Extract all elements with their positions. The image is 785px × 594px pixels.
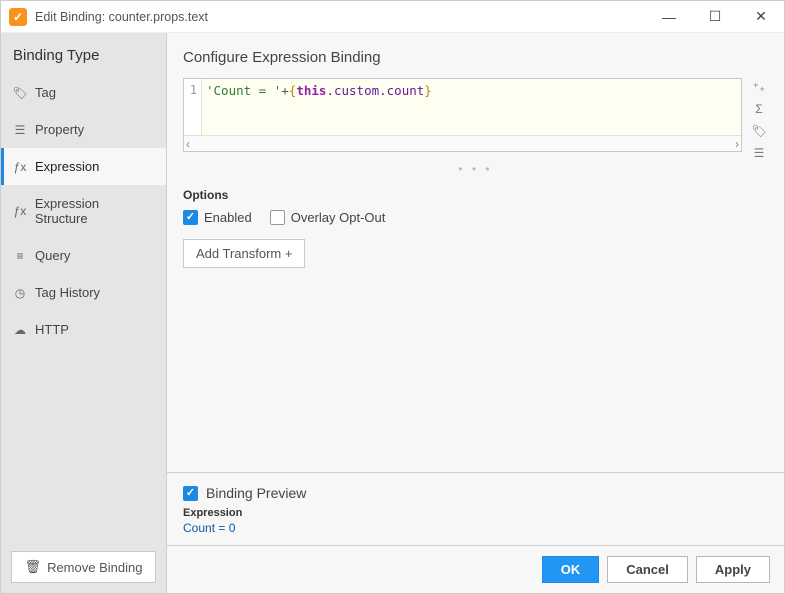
overlay-optout-checkbox[interactable]: Overlay Opt-Out	[270, 210, 386, 225]
editor-scrollbar[interactable]: ‹›	[184, 135, 741, 151]
sidebar-header: Binding Type	[1, 33, 166, 74]
expression-structure-icon: ƒx	[13, 204, 27, 218]
minimize-button[interactable]: —	[646, 1, 692, 32]
code-path: .custom.count	[326, 83, 424, 98]
sidebar-item-tag[interactable]: 🏷 Tag	[1, 74, 166, 111]
dialog-footer: OK Cancel Apply	[167, 545, 784, 593]
sidebar-item-label: Tag History	[35, 285, 100, 300]
code-operator: +	[281, 83, 289, 98]
remove-binding-button[interactable]: 🗑 Remove Binding	[11, 551, 156, 583]
code-this: this	[296, 83, 326, 98]
app-logo-icon: ✓	[9, 8, 27, 26]
sidebar-item-label: Expression	[35, 159, 99, 174]
sidebar-item-expression-structure[interactable]: ƒx Expression Structure	[1, 185, 166, 237]
sidebar: Binding Type 🏷 Tag ☰ Property ƒx Express…	[1, 33, 167, 593]
property-tool-icon[interactable]: ☰	[754, 146, 765, 160]
ok-button[interactable]: OK	[542, 556, 600, 583]
query-icon: ≡	[13, 249, 27, 263]
tag-icon: 🏷	[13, 86, 27, 100]
sidebar-item-query[interactable]: ≡ Query	[1, 237, 166, 274]
cancel-button[interactable]: Cancel	[607, 556, 688, 583]
binding-type-list: 🏷 Tag ☰ Property ƒx Expression ƒx Expres…	[1, 74, 166, 348]
expression-icon: ƒx	[13, 160, 27, 174]
property-icon: ☰	[13, 123, 27, 137]
preview-header-label: Binding Preview	[206, 485, 306, 501]
trash-icon: 🗑	[25, 559, 42, 575]
preview-type-label: Expression	[183, 507, 768, 519]
sidebar-item-label: Tag	[35, 85, 56, 100]
sidebar-item-property[interactable]: ☰ Property	[1, 111, 166, 148]
enabled-label: Enabled	[204, 210, 252, 225]
preview-checkbox[interactable]	[183, 486, 198, 501]
code-string: 'Count = '	[206, 83, 281, 98]
remove-binding-label: Remove Binding	[47, 560, 142, 575]
binding-preview-panel: Binding Preview Expression Count = 0	[167, 472, 784, 545]
sidebar-item-label: Query	[35, 248, 70, 263]
options-label: Options	[183, 188, 768, 202]
add-transform-button[interactable]: Add Transform +	[183, 239, 305, 268]
code-brace-close: }	[424, 83, 432, 98]
resize-handle[interactable]: • • •	[183, 160, 768, 178]
checkbox-icon	[183, 210, 198, 225]
apply-button[interactable]: Apply	[696, 556, 770, 583]
close-button[interactable]: ✕	[738, 1, 784, 32]
enabled-checkbox[interactable]: Enabled	[183, 210, 252, 225]
operators-tool-icon[interactable]: ⁺₊	[753, 80, 766, 94]
sidebar-item-label: HTTP	[35, 322, 69, 337]
http-icon: ☁	[13, 323, 27, 337]
sidebar-item-label: Property	[35, 122, 84, 137]
overlay-optout-label: Overlay Opt-Out	[291, 210, 386, 225]
titlebar: ✓ Edit Binding: counter.props.text — ☐ ✕	[1, 1, 784, 33]
sidebar-item-tag-history[interactable]: ◷ Tag History	[1, 274, 166, 311]
tag-history-icon: ◷	[13, 286, 27, 300]
sidebar-item-label: Expression Structure	[35, 196, 154, 226]
sidebar-item-expression[interactable]: ƒx Expression	[1, 148, 166, 185]
tag-tool-icon[interactable]: 🏷	[751, 124, 766, 138]
checkbox-icon	[270, 210, 285, 225]
editor-side-tools: ⁺₊ Σ 🏷 ☰	[750, 78, 768, 160]
preview-value: Count = 0	[183, 519, 768, 535]
maximize-button[interactable]: ☐	[692, 1, 738, 32]
expression-editor[interactable]: 1 'Count = '+{this.custom.count} ‹›	[183, 78, 742, 152]
window-title: Edit Binding: counter.props.text	[35, 10, 646, 24]
configure-title: Configure Expression Binding	[183, 49, 768, 66]
sidebar-item-http[interactable]: ☁ HTTP	[1, 311, 166, 348]
edit-binding-window: ✓ Edit Binding: counter.props.text — ☐ ✕…	[0, 0, 785, 594]
functions-tool-icon[interactable]: Σ	[755, 102, 762, 116]
